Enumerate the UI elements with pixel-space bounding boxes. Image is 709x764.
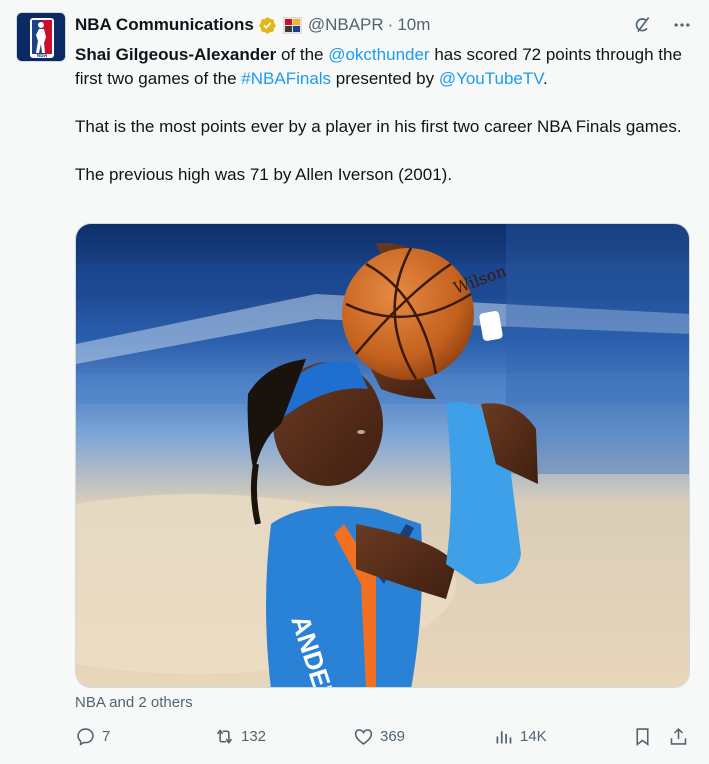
paragraph-1: Shai Gilgeous-Alexander of the @okcthund… bbox=[75, 43, 691, 91]
share-icon bbox=[670, 727, 687, 745]
text-segment: presented by bbox=[331, 69, 439, 88]
mention-okcthunder[interactable]: @okcthunder bbox=[328, 45, 429, 64]
share-button[interactable] bbox=[668, 726, 689, 747]
text-segment: of the bbox=[276, 45, 329, 64]
paragraph-3: The previous high was 71 by Allen Iverso… bbox=[75, 165, 453, 184]
tweet-text: Shai Gilgeous-Alexander of the @okcthund… bbox=[75, 43, 691, 211]
player-name: Shai Gilgeous-Alexander bbox=[75, 45, 277, 64]
reply-icon bbox=[77, 728, 94, 746]
basketball-player-photo: ANDER Wilson bbox=[76, 224, 689, 687]
tweet-header: NBA Communications @NBAPR · 10m bbox=[75, 14, 430, 36]
reply-button[interactable]: 7 bbox=[75, 726, 110, 747]
author-name[interactable]: NBA Communications bbox=[75, 15, 254, 35]
tweet[interactable]: NBA NBA Communications @NBAPR · 10m Shai… bbox=[0, 0, 709, 764]
views-button[interactable]: 14K bbox=[493, 726, 547, 747]
bookmark-button[interactable] bbox=[632, 726, 653, 747]
text-segment: . bbox=[543, 69, 548, 88]
analytics-icon bbox=[496, 731, 512, 744]
affiliate-badge-icon[interactable] bbox=[282, 16, 303, 34]
avatar[interactable]: NBA bbox=[16, 12, 66, 62]
repost-button[interactable]: 132 bbox=[214, 726, 266, 747]
timestamp[interactable]: 10m bbox=[397, 15, 430, 35]
reply-count: 7 bbox=[102, 728, 111, 745]
top-actions bbox=[631, 14, 693, 36]
hashtag-nbafinals[interactable]: #NBAFinals bbox=[241, 69, 331, 88]
bookmark-icon bbox=[636, 728, 649, 746]
verified-badge-icon[interactable] bbox=[258, 16, 277, 35]
like-count: 369 bbox=[380, 728, 406, 745]
grok-icon[interactable] bbox=[631, 14, 653, 36]
paragraph-2: That is the most points ever by a player… bbox=[75, 117, 682, 136]
mention-youtubetv[interactable]: @YouTubeTV bbox=[439, 69, 543, 88]
nba-logo-icon: NBA bbox=[17, 13, 65, 61]
svg-text:NBA: NBA bbox=[37, 53, 48, 59]
like-button[interactable]: 369 bbox=[353, 726, 405, 747]
author-handle[interactable]: @NBAPR bbox=[308, 15, 384, 35]
tweet-photo[interactable]: ANDER Wilson bbox=[75, 223, 690, 688]
heart-icon bbox=[354, 729, 373, 745]
more-icon[interactable] bbox=[671, 14, 693, 36]
separator-dot: · bbox=[387, 15, 394, 34]
repost-icon bbox=[216, 729, 233, 744]
photo-tags[interactable]: NBA and 2 others bbox=[75, 694, 193, 711]
action-bar: 7 132 369 14K bbox=[0, 726, 709, 752]
repost-count: 132 bbox=[241, 728, 267, 745]
view-count: 14K bbox=[520, 728, 547, 745]
